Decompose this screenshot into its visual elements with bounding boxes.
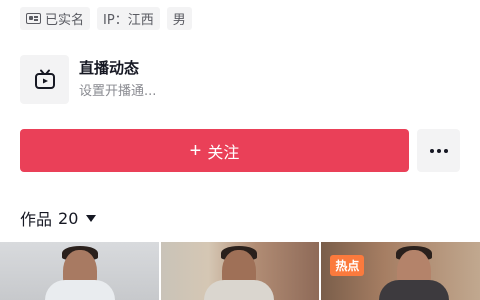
profile-page: 已实名 IP：江西 男 直播动态 设置开播通... + 关注 作品 20 热点 [0,0,480,300]
caret-down-icon [86,214,97,222]
profile-tags: 已实名 IP：江西 男 [20,7,192,30]
works-tab[interactable]: 作品 20 [20,206,97,230]
follow-label: 关注 [207,144,240,162]
work-thumbnail[interactable]: 热点 [321,242,480,300]
person-image [45,280,115,300]
ip-location-tag: IP：江西 [97,7,160,30]
works-count: 20 [58,208,79,228]
tv-icon [34,69,55,89]
verified-tag: 已实名 [20,7,91,30]
work-thumbnail[interactable] [160,242,320,300]
live-icon-box [20,55,69,104]
more-dots-icon [429,148,434,153]
live-subtitle: 设置开播通... [79,84,157,99]
work-thumbnail[interactable] [0,242,159,300]
more-options-button[interactable] [417,129,460,172]
works-grid: 热点 [0,242,480,300]
more-dots-icon [443,148,448,153]
plus-icon: + [189,139,202,162]
person-image [203,280,274,300]
gender-label: 男 [172,13,186,28]
more-dots-icon [436,148,441,153]
live-title: 直播动态 [79,59,140,77]
follow-button[interactable]: + 关注 [20,129,409,172]
works-label: 作品 [20,210,53,229]
ip-location-label: IP：江西 [103,13,154,28]
gender-tag: 男 [166,7,192,30]
hot-badge: 热点 [330,255,365,276]
live-text: 直播动态 设置开播通... [79,57,156,102]
live-updates-entry[interactable]: 直播动态 设置开播通... [20,55,156,104]
person-image [379,280,450,300]
verified-tag-label: 已实名 [45,13,85,28]
id-card-icon [26,13,41,24]
